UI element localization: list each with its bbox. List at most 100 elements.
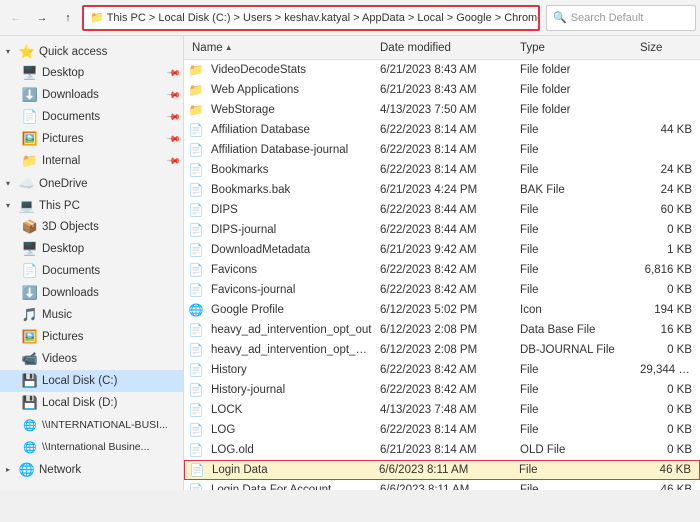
table-row[interactable]: 🌐 Google Profile 6/12/2023 5:02 PM Icon … [184, 300, 700, 320]
table-row[interactable]: 📄 heavy_ad_intervention_opt_out 6/12/202… [184, 320, 700, 340]
file-list-header: Name ▲ Date modified Type Size [184, 36, 700, 60]
table-row[interactable]: 📄 Bookmarks 6/22/2023 8:14 AM File 24 KB [184, 160, 700, 180]
file-type: OLD File [516, 444, 636, 456]
file-date: 6/22/2023 8:42 AM [376, 284, 516, 296]
file-date: 6/12/2023 5:02 PM [376, 304, 516, 316]
table-row[interactable]: 📄 Favicons 6/22/2023 8:42 AM File 6,816 … [184, 260, 700, 280]
internal-label: Internal [42, 155, 80, 167]
table-row[interactable]: 📄 DownloadMetadata 6/21/2023 9:42 AM Fil… [184, 240, 700, 260]
file-name-cell: 📄 History [188, 362, 376, 378]
table-row[interactable]: 📄 DIPS-journal 6/22/2023 8:44 AM File 0 … [184, 220, 700, 240]
col-size-label: Size [640, 42, 662, 54]
table-row[interactable]: 📁 WebStorage 4/13/2023 7:50 AM File fold… [184, 100, 700, 120]
sidebar-item-documents2[interactable]: 📄 Documents [0, 260, 183, 282]
col-header-type[interactable]: Type [516, 42, 636, 54]
sidebar-item-local-c[interactable]: 💾 Local Disk (C:) [0, 370, 183, 392]
search-box[interactable]: 🔍 Search Default [546, 5, 696, 31]
sidebar-item-downloads2[interactable]: ⬇️ Downloads [0, 282, 183, 304]
table-row[interactable]: 📄 Favicons-journal 6/22/2023 8:42 AM Fil… [184, 280, 700, 300]
file-name-cell: 📄 Bookmarks [188, 162, 376, 178]
file-name: Login Data [208, 464, 272, 476]
file-icon: 📄 [188, 242, 204, 258]
file-name: LOG [207, 424, 239, 436]
file-name: DIPS [207, 204, 242, 216]
file-type: File [516, 224, 636, 236]
table-row[interactable]: 📄 History 6/22/2023 8:42 AM File 29,344 … [184, 360, 700, 380]
table-row[interactable]: 📄 Bookmarks.bak 6/21/2023 4:24 PM BAK Fi… [184, 180, 700, 200]
file-type: File folder [516, 64, 636, 76]
file-date: 6/12/2023 2:08 PM [376, 344, 516, 356]
table-row[interactable]: 📄 Login Data 6/6/2023 8:11 AM File 46 KB [184, 460, 700, 480]
sidebar-item-downloads[interactable]: ⬇️ Downloads 📌 [0, 84, 183, 106]
up-button[interactable]: ↑ [56, 6, 80, 30]
table-row[interactable]: 📄 Login Data For Account 6/6/2023 8:11 A… [184, 480, 700, 490]
sidebar-item-net2[interactable]: 🌐 \\International Busine... [0, 436, 183, 458]
file-size: 0 KB [636, 404, 696, 416]
forward-button[interactable]: → [30, 6, 54, 30]
col-header-size[interactable]: Size [636, 42, 696, 54]
col-header-date[interactable]: Date modified [376, 42, 516, 54]
table-row[interactable]: 📄 DIPS 6/22/2023 8:44 AM File 60 KB [184, 200, 700, 220]
table-row[interactable]: 📄 History-journal 6/22/2023 8:42 AM File… [184, 380, 700, 400]
file-icon: 📄 [188, 262, 204, 278]
table-row[interactable]: 📄 heavy_ad_intervention_opt_out.db-journ… [184, 340, 700, 360]
sidebar-item-internal[interactable]: 📁 Internal 📌 [0, 150, 183, 172]
table-row[interactable]: 📄 LOG.old 6/21/2023 8:14 AM OLD File 0 K… [184, 440, 700, 460]
col-name-label: Name [192, 42, 223, 54]
onedrive-icon: ☁️ [19, 176, 35, 192]
col-header-name[interactable]: Name ▲ [188, 42, 376, 54]
sidebar-item-desktop[interactable]: 🖥️ Desktop 📌 [0, 62, 183, 84]
sidebar-item-3d-objects[interactable]: 📦 3D Objects [0, 216, 183, 238]
network-group[interactable]: ▸ 🌐 Network [0, 458, 183, 480]
table-row[interactable]: 📄 LOG 6/22/2023 8:14 AM File 0 KB [184, 420, 700, 440]
quick-access-group[interactable]: ▾ ⭐ Quick access [0, 40, 183, 62]
onedrive-group[interactable]: ▾ ☁️ OneDrive [0, 172, 183, 194]
file-name: WebStorage [207, 104, 279, 116]
sidebar-item-music[interactable]: 🎵 Music [0, 304, 183, 326]
sort-arrow: ▲ [225, 43, 233, 52]
file-name: History [207, 364, 251, 376]
table-row[interactable]: 📄 Affiliation Database 6/22/2023 8:14 AM… [184, 120, 700, 140]
downloads-icon: ⬇️ [22, 87, 38, 103]
file-date: 6/22/2023 8:44 AM [376, 204, 516, 216]
music-label: Music [42, 309, 72, 321]
sidebar-item-local-d[interactable]: 💾 Local Disk (D:) [0, 392, 183, 414]
pin-icon-pic: 📌 [166, 131, 182, 147]
col-type-label: Type [520, 42, 545, 54]
this-pc-group[interactable]: ▾ 💻 This PC [0, 194, 183, 216]
sidebar-item-documents[interactable]: 📄 Documents 📌 [0, 106, 183, 128]
file-size: 60 KB [636, 204, 696, 216]
pin-icon-int: 📌 [166, 153, 182, 169]
table-row[interactable]: 📁 VideoDecodeStats 6/21/2023 8:43 AM Fil… [184, 60, 700, 80]
file-date: 6/22/2023 8:14 AM [376, 124, 516, 136]
table-row[interactable]: 📄 LOCK 4/13/2023 7:48 AM File 0 KB [184, 400, 700, 420]
network-label: Network [39, 464, 81, 476]
file-type: File [516, 164, 636, 176]
file-icon: 📄 [188, 202, 204, 218]
file-type: File [516, 424, 636, 436]
path-segment: 📁 This PC > Local Disk (C:) > Users > ke… [90, 11, 540, 24]
sidebar-item-desktop2[interactable]: 🖥️ Desktop [0, 238, 183, 260]
net1-label: \\INTERNATIONAL-BUSI... [42, 419, 168, 431]
sidebar-item-pictures2[interactable]: 🖼️ Pictures [0, 326, 183, 348]
file-type: File [516, 384, 636, 396]
file-name: heavy_ad_intervention_opt_out.db-journal [207, 344, 376, 356]
sidebar-item-net1[interactable]: 🌐 \\INTERNATIONAL-BUSI... [0, 414, 183, 436]
file-type: File folder [516, 104, 636, 116]
sidebar-item-videos[interactable]: 📹 Videos [0, 348, 183, 370]
table-row[interactable]: 📄 Affiliation Database-journal 6/22/2023… [184, 140, 700, 160]
file-date: 6/22/2023 8:42 AM [376, 264, 516, 276]
file-type: File [516, 404, 636, 416]
file-name: Affiliation Database-journal [207, 144, 352, 156]
back-button[interactable]: ← [4, 6, 28, 30]
sidebar-item-pictures[interactable]: 🖼️ Pictures 📌 [0, 128, 183, 150]
downloads2-icon: ⬇️ [22, 285, 38, 301]
file-explorer-window: ← → ↑ 📁 This PC > Local Disk (C:) > User… [0, 0, 700, 490]
quick-access-label: Quick access [39, 46, 107, 58]
address-bar[interactable]: 📁 This PC > Local Disk (C:) > Users > ke… [82, 5, 540, 31]
file-size: 1 KB [636, 244, 696, 256]
videos-icon: 📹 [22, 351, 38, 367]
file-icon: 📄 [188, 422, 204, 438]
table-row[interactable]: 📁 Web Applications 6/21/2023 8:43 AM Fil… [184, 80, 700, 100]
file-icon: 📄 [188, 482, 204, 491]
